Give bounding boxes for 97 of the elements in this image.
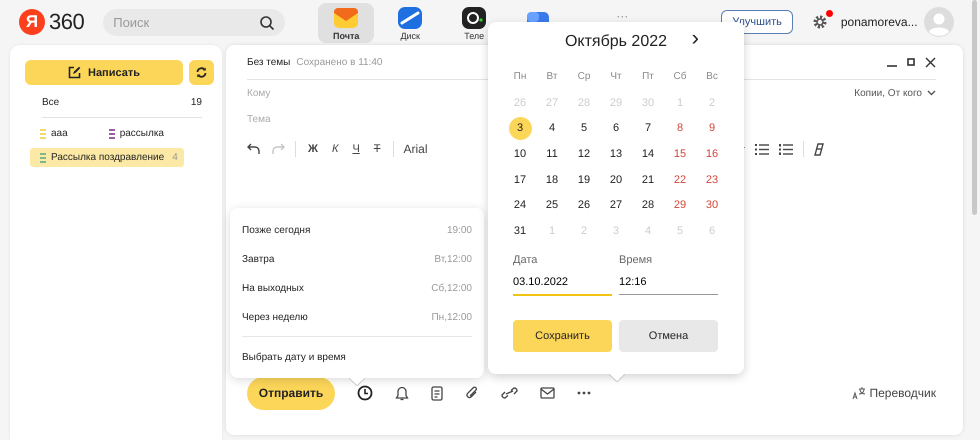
camera-icon: [461, 6, 488, 30]
folder-item[interactable]: Все 19: [42, 85, 202, 118]
paperclip-icon[interactable]: [465, 386, 479, 400]
calendar-day[interactable]: 19: [569, 166, 599, 192]
link-icon[interactable]: [501, 387, 518, 399]
format-button[interactable]: Ч: [350, 143, 362, 155]
calendar-day[interactable]: 3: [508, 116, 532, 140]
label-count: 4: [172, 152, 178, 163]
search-field[interactable]: Поиск: [103, 8, 286, 36]
menu-item[interactable]: Выбрать дату и время: [242, 343, 472, 372]
menu-item[interactable]: Завтра Вт,12:00: [242, 245, 472, 274]
scrollbar[interactable]: [972, 0, 977, 215]
calendar-day[interactable]: 25: [537, 192, 567, 218]
save-button[interactable]: Сохранить: [513, 320, 612, 352]
menu-item[interactable]: Позже сегодня 19:00: [242, 216, 472, 245]
translator-button[interactable]: Переводчик: [852, 386, 936, 400]
popover-pointer: [349, 378, 365, 386]
calendar-day[interactable]: 28: [633, 192, 663, 218]
calendar-day[interactable]: 12: [569, 141, 599, 167]
format-button[interactable]: Т: [372, 143, 383, 155]
calendar-day[interactable]: 9: [697, 116, 727, 142]
bell-icon[interactable]: [395, 386, 409, 400]
compose-button[interactable]: Написать: [25, 60, 183, 85]
next-month-button[interactable]: ›: [692, 25, 699, 51]
calendar-day[interactable]: 10: [505, 141, 535, 167]
weekday-label: Сб: [672, 70, 688, 84]
app-tab[interactable]: Теле: [446, 3, 502, 43]
label-item[interactable]: ааа: [30, 124, 74, 143]
calendar-day[interactable]: 24: [505, 192, 535, 218]
calendar-day[interactable]: 14: [633, 141, 663, 167]
calendar-day[interactable]: 15: [665, 141, 695, 167]
app-tab[interactable]: Диск: [382, 3, 438, 43]
weekday-label: Вс: [705, 70, 719, 84]
menu-item[interactable]: Через неделю Пн,12:00: [242, 303, 472, 332]
calendar-day[interactable]: 20: [601, 166, 631, 192]
numbered-list-icon[interactable]: [778, 144, 793, 154]
date-label: Дата: [513, 254, 538, 268]
cc-toggle[interactable]: Копии, От кого: [854, 88, 936, 98]
search-icon: [259, 14, 276, 30]
logo-text[interactable]: 360: [49, 9, 84, 35]
bullet-list-icon[interactable]: [754, 144, 769, 154]
calendar-day[interactable]: 17: [505, 166, 535, 192]
label-item[interactable]: рассылка: [98, 124, 170, 143]
saved-status: Сохранено в 11:40: [296, 56, 382, 68]
app-tab[interactable]: Почта: [318, 3, 374, 43]
more-icon[interactable]: [577, 391, 591, 395]
envelope-icon: [333, 6, 360, 30]
logo-mark[interactable]: Я: [19, 9, 45, 35]
month-title: Октябрь 2022: [564, 33, 668, 51]
label-item[interactable]: Рассылка поздравление 4: [30, 148, 184, 167]
eraser-icon[interactable]: [814, 142, 824, 156]
undo-icon[interactable]: [247, 143, 261, 155]
calendar-day[interactable]: 13: [601, 141, 631, 167]
popover-pointer: [609, 374, 625, 382]
format-button[interactable]: Ж: [306, 143, 320, 155]
weekday-label: Ср: [576, 70, 592, 84]
calendar-day[interactable]: 30: [697, 192, 727, 218]
calendar-day[interactable]: 22: [665, 166, 695, 192]
clock-icon[interactable]: [357, 385, 373, 401]
calendar-day[interactable]: 23: [697, 166, 727, 192]
chevron-down-icon: [927, 90, 936, 96]
envelope-icon[interactable]: [540, 387, 555, 399]
edit-icon: [68, 66, 81, 79]
weekday-label: Пн: [512, 70, 528, 84]
calendar-day[interactable]: 7: [633, 116, 663, 142]
menu-item[interactable]: На выходных Сб,12:00: [242, 274, 472, 303]
calendar-day[interactable]: 26: [569, 192, 599, 218]
calendar-day[interactable]: 6: [601, 116, 631, 142]
folder-name: Все: [42, 97, 60, 108]
draft-title: Без темы: [247, 56, 290, 68]
weekday-label: Пт: [641, 70, 655, 84]
weekday-label: Чт: [609, 70, 623, 84]
calendar-day[interactable]: 8: [665, 116, 695, 142]
time-label: Время: [619, 254, 654, 268]
calendar-day[interactable]: 21: [633, 166, 663, 192]
send-button[interactable]: Отправить: [247, 376, 335, 410]
calendar-day[interactable]: 31: [505, 218, 535, 244]
calendar-day[interactable]: 5: [569, 116, 599, 142]
settings-icon[interactable]: [810, 13, 829, 31]
document-icon[interactable]: [431, 386, 443, 400]
refresh-button[interactable]: [189, 60, 214, 85]
format-button[interactable]: К: [330, 143, 340, 155]
maximize-icon[interactable]: [907, 58, 915, 66]
calendar-day[interactable]: 16: [697, 141, 727, 167]
translate-icon: [852, 386, 866, 400]
weekday-label: Вт: [546, 70, 558, 84]
cancel-button[interactable]: Отмена: [619, 320, 718, 352]
calendar-day[interactable]: 18: [537, 166, 567, 192]
calendar-day[interactable]: 11: [537, 141, 567, 167]
font-selector[interactable]: Arial: [404, 142, 428, 156]
calendar-day[interactable]: 29: [665, 192, 695, 218]
folder-count: 19: [190, 97, 202, 108]
calendar-day[interactable]: 4: [537, 116, 567, 142]
calendar-day[interactable]: 27: [601, 192, 631, 218]
close-icon[interactable]: [925, 56, 936, 68]
username[interactable]: ponamoreva...: [840, 15, 918, 29]
refresh-icon: [196, 67, 207, 78]
